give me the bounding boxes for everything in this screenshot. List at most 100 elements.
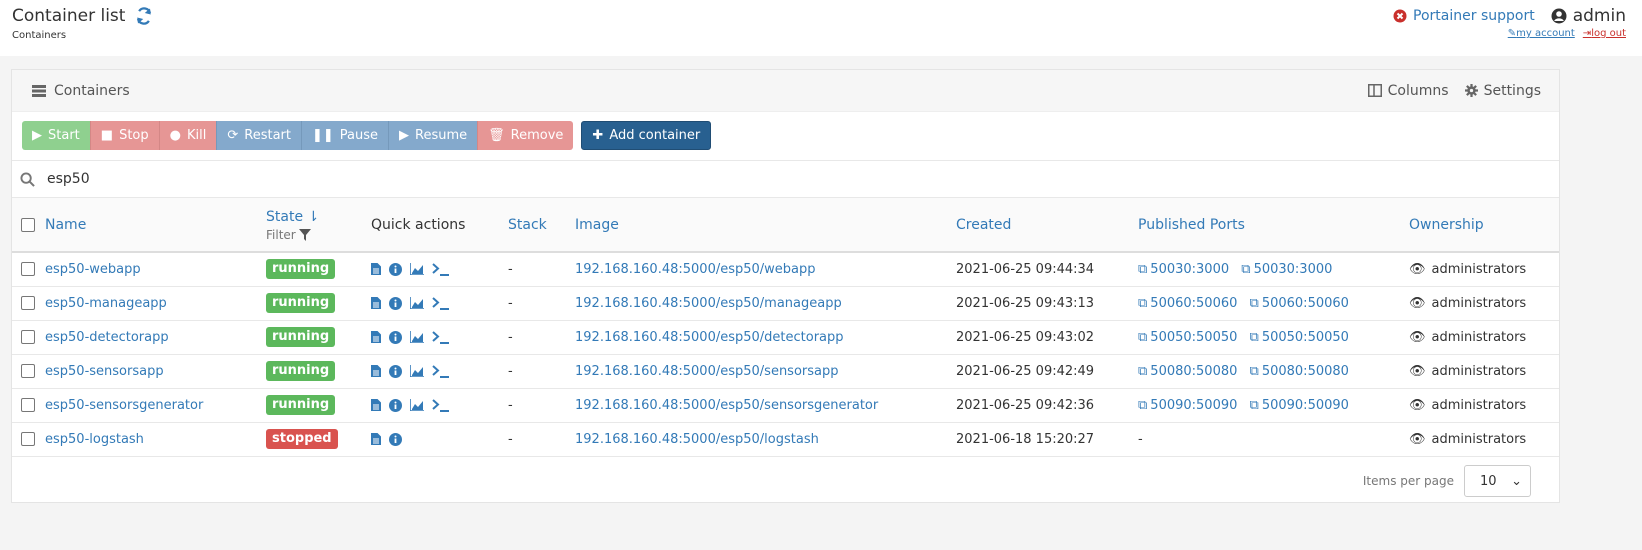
eye-slash-icon: 👁 bbox=[1409, 295, 1426, 311]
stats-icon[interactable] bbox=[410, 399, 424, 411]
info-icon[interactable] bbox=[389, 364, 402, 378]
my-account-link[interactable]: ✎my account bbox=[1508, 28, 1575, 39]
ownership-cell: 👁 administrators bbox=[1409, 364, 1559, 379]
created-cell: 2021-06-25 09:43:02 bbox=[956, 320, 1138, 355]
stats-icon[interactable] bbox=[410, 331, 424, 343]
col-created[interactable]: Created bbox=[956, 198, 1138, 253]
row-checkbox[interactable] bbox=[21, 262, 35, 277]
pause-button[interactable]: ❚❚ Pause bbox=[300, 121, 389, 150]
row-checkbox[interactable] bbox=[21, 364, 35, 378]
port-link[interactable]: ⧉ 50080:50080 bbox=[1138, 364, 1237, 379]
console-icon[interactable] bbox=[432, 364, 449, 378]
add-container-button[interactable]: ✚ Add container bbox=[581, 121, 712, 150]
state-filter[interactable]: Filter bbox=[266, 226, 371, 244]
info-icon[interactable] bbox=[389, 296, 402, 310]
col-quick-actions-label: Quick actions bbox=[371, 216, 466, 233]
col-image[interactable]: Image bbox=[575, 198, 956, 253]
row-checkbox[interactable] bbox=[21, 330, 35, 344]
image-link[interactable]: 192.168.160.48:5000/esp50/detectorapp bbox=[575, 330, 844, 345]
info-icon[interactable] bbox=[389, 398, 402, 412]
support-link[interactable]: Portainer support bbox=[1393, 8, 1535, 24]
header-user-area: Portainer support admin ✎my account ⇥log… bbox=[1393, 6, 1626, 39]
logs-icon[interactable] bbox=[371, 399, 381, 411]
row-checkbox[interactable] bbox=[21, 398, 35, 412]
stack-cell: - bbox=[508, 422, 575, 457]
chevron-down-icon: ⌄ bbox=[1511, 473, 1522, 489]
info-icon[interactable] bbox=[389, 330, 402, 344]
filter-label: Filter bbox=[266, 227, 296, 242]
container-name-link[interactable]: esp50-manageapp bbox=[45, 296, 167, 311]
start-button[interactable]: ▶ Start bbox=[22, 121, 90, 150]
port-label: 50090:50090 bbox=[1261, 397, 1349, 413]
columns-button[interactable]: Columns bbox=[1367, 82, 1449, 99]
columns-label: Columns bbox=[1387, 82, 1449, 99]
container-name-link[interactable]: esp50-sensorsapp bbox=[45, 364, 164, 379]
created-cell: 2021-06-25 09:44:34 bbox=[956, 252, 1138, 287]
search-input[interactable] bbox=[45, 170, 645, 188]
port-link[interactable]: ⧉ 50080:50080 bbox=[1250, 364, 1349, 379]
refresh-icon[interactable] bbox=[135, 7, 153, 25]
row-checkbox[interactable] bbox=[21, 296, 35, 310]
log-out-link[interactable]: ⇥log out bbox=[1583, 28, 1626, 39]
console-icon[interactable] bbox=[432, 330, 449, 344]
container-name-link[interactable]: esp50-sensorsgenerator bbox=[45, 398, 203, 413]
port-link[interactable]: ⧉ 50090:50090 bbox=[1250, 398, 1349, 413]
col-name[interactable]: Name bbox=[45, 198, 266, 253]
logs-icon[interactable] bbox=[371, 263, 381, 276]
port-label: 50060:50060 bbox=[1150, 295, 1238, 311]
port-link[interactable]: ⧉ 50050:50050 bbox=[1138, 330, 1237, 345]
port-label: 50030:3000 bbox=[1150, 261, 1230, 277]
resume-button[interactable]: ▶ Resume bbox=[388, 121, 478, 150]
stats-icon[interactable] bbox=[410, 297, 424, 309]
info-icon[interactable] bbox=[389, 432, 402, 446]
port-link[interactable]: ⧉ 50030:3000 bbox=[1138, 262, 1229, 277]
console-icon[interactable] bbox=[432, 296, 449, 310]
logs-icon[interactable] bbox=[371, 297, 381, 309]
console-icon[interactable] bbox=[432, 398, 449, 412]
stack-cell: - bbox=[508, 286, 575, 321]
remove-button[interactable]: 🗑 Remove bbox=[477, 121, 574, 150]
image-link[interactable]: 192.168.160.48:5000/esp50/sensorsapp bbox=[575, 364, 839, 379]
logs-icon[interactable] bbox=[371, 433, 381, 445]
kill-button[interactable]: ● Kill bbox=[158, 121, 217, 150]
col-stack[interactable]: Stack bbox=[508, 198, 575, 253]
ownership-label: administrators bbox=[1431, 431, 1527, 447]
port-link[interactable]: ⧉ 50060:50060 bbox=[1138, 296, 1237, 311]
image-link[interactable]: 192.168.160.48:5000/esp50/manageapp bbox=[575, 296, 842, 311]
col-state[interactable]: State ⇂ Filter bbox=[266, 198, 371, 253]
image-link[interactable]: 192.168.160.48:5000/esp50/sensorsgenerat… bbox=[575, 398, 878, 413]
status-badge: running bbox=[266, 327, 336, 347]
console-icon[interactable] bbox=[432, 263, 449, 276]
image-link[interactable]: 192.168.160.48:5000/esp50/webapp bbox=[575, 262, 816, 277]
restart-button[interactable]: ⟳ Restart bbox=[216, 121, 301, 150]
container-name-link[interactable]: esp50-detectorapp bbox=[45, 330, 169, 345]
image-link[interactable]: 192.168.160.48:5000/esp50/logstash bbox=[575, 432, 819, 447]
user-menu[interactable]: admin bbox=[1551, 6, 1626, 26]
select-all-cell bbox=[12, 198, 45, 253]
port-link[interactable]: ⧉ 50060:50060 bbox=[1250, 296, 1349, 311]
external-link-icon: ⧉ bbox=[1249, 397, 1259, 413]
select-all-checkbox[interactable] bbox=[21, 217, 35, 232]
bomb-icon: ● bbox=[169, 128, 181, 143]
wrench-icon: ✎ bbox=[1507, 28, 1517, 39]
info-icon[interactable] bbox=[389, 262, 402, 276]
logs-icon[interactable] bbox=[371, 365, 381, 377]
port-link[interactable]: ⧉ 50090:50090 bbox=[1138, 398, 1237, 413]
status-badge: running bbox=[266, 293, 336, 313]
items-per-page-select[interactable]: 10 ⌄ bbox=[1464, 465, 1531, 497]
col-ownership[interactable]: Ownership bbox=[1409, 198, 1559, 253]
container-name-link[interactable]: esp50-logstash bbox=[45, 432, 144, 447]
col-ports[interactable]: Published Ports bbox=[1138, 198, 1409, 253]
stop-button[interactable]: ■ Stop bbox=[89, 121, 159, 150]
port-link[interactable]: ⧉ 50050:50050 bbox=[1250, 330, 1349, 345]
status-badge: running bbox=[266, 361, 336, 381]
stats-icon[interactable] bbox=[410, 263, 424, 276]
pause-label: Pause bbox=[339, 128, 379, 143]
containers-panel: Containers Columns Settings ▶ Start ■ St… bbox=[11, 69, 1560, 503]
port-link[interactable]: ⧉ 50030:3000 bbox=[1241, 262, 1332, 277]
logs-icon[interactable] bbox=[371, 331, 381, 343]
settings-button[interactable]: Settings bbox=[1464, 83, 1541, 99]
stats-icon[interactable] bbox=[410, 365, 424, 377]
container-name-link[interactable]: esp50-webapp bbox=[45, 262, 141, 277]
row-checkbox[interactable] bbox=[21, 432, 35, 446]
